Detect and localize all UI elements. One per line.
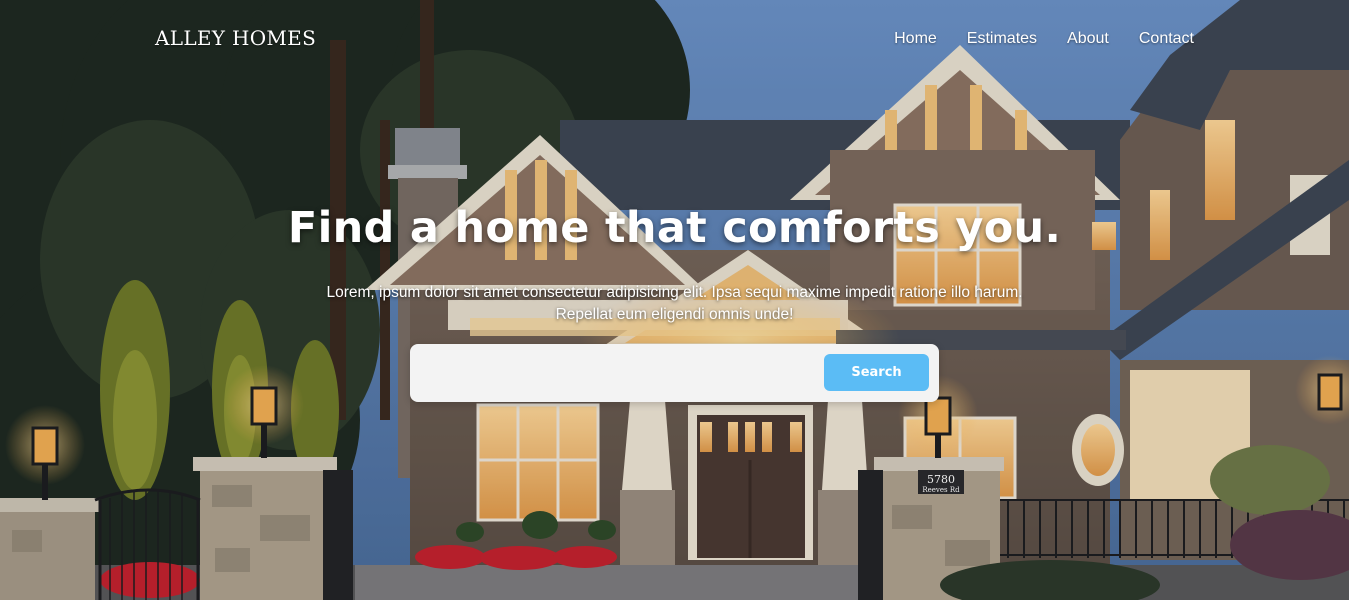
hero-headline: Find a home that comforts you. [287, 203, 1062, 253]
nav-link-estimates[interactable]: Estimates [967, 30, 1037, 48]
site-logo[interactable]: ALLEY HOMES [155, 26, 316, 50]
main-navigation: Home Estimates About Contact [894, 30, 1194, 48]
search-bar: Search [410, 344, 939, 402]
hero-subtext-line1: Lorem, ipsum dolor sit amet consectetur … [326, 284, 1023, 301]
nav-link-home[interactable]: Home [894, 30, 937, 48]
nav-link-about[interactable]: About [1067, 30, 1109, 48]
hero-subtext: Lorem, ipsum dolor sit amet consectetur … [0, 282, 1349, 326]
nav-link-contact[interactable]: Contact [1139, 30, 1194, 48]
search-input[interactable] [422, 355, 821, 393]
hero-subtext-line2: Repellat eum eligendi omnis unde! [555, 306, 794, 323]
search-button[interactable]: Search [824, 354, 929, 391]
hero-section: 5780 Reeves Rd ALLEY HOMES Home Estimate… [0, 0, 1349, 600]
